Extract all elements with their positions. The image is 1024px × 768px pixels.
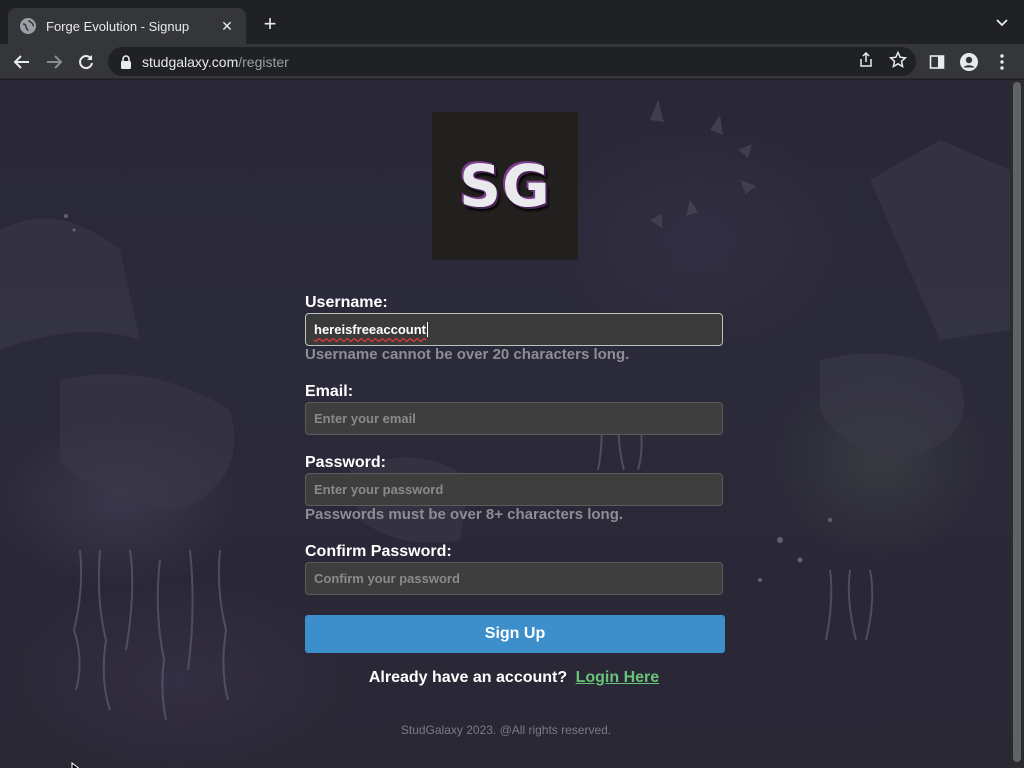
username-label: Username: (305, 294, 388, 311)
url-path: /register (238, 53, 289, 70)
password-placeholder: Enter your password (314, 482, 444, 497)
browser-toolbar: studgalaxy.com/register (0, 44, 1024, 79)
forward-button[interactable] (40, 48, 68, 76)
tab-strip: Forge Evolution - Signup ✕ + (0, 0, 1024, 44)
text-caret (427, 322, 428, 337)
url-host: studgalaxy.com (142, 53, 239, 70)
forward-arrow-icon (47, 55, 63, 69)
confirm-password-placeholder: Confirm your password (314, 571, 460, 586)
username-value: hereisfreeaccount (314, 322, 426, 337)
page-scrollbar[interactable] (1010, 80, 1024, 768)
mouse-cursor-icon (71, 762, 80, 768)
sign-up-button[interactable]: Sign Up (305, 615, 725, 653)
logo-text: SG (459, 152, 551, 220)
signup-page: SG Username: hereisfreeaccount Username … (0, 80, 1010, 768)
profile-avatar-icon[interactable] (958, 51, 980, 73)
new-tab-button[interactable]: + (258, 13, 282, 37)
email-placeholder: Enter your email (314, 411, 416, 426)
share-icon[interactable] (856, 50, 876, 70)
address-bar[interactable]: studgalaxy.com/register (108, 47, 916, 76)
bookmark-star-icon[interactable] (888, 50, 908, 70)
login-prompt: Already have an account? (368, 669, 568, 686)
tab-search-chevron-icon[interactable] (994, 14, 1010, 30)
password-label: Password: (305, 454, 386, 471)
scrollbar-thumb[interactable] (1013, 82, 1021, 762)
close-tab-icon[interactable]: ✕ (218, 17, 236, 35)
footer-copyright: StudGalaxy 2023. @All rights reserved. (400, 723, 612, 737)
lock-icon (121, 54, 131, 69)
email-label: Email: (305, 383, 354, 400)
globe-icon (20, 18, 36, 34)
username-input[interactable]: hereisfreeaccount (305, 313, 723, 346)
password-input[interactable]: Enter your password (305, 473, 723, 506)
username-hint: Username cannot be over 20 characters lo… (305, 346, 630, 363)
site-logo: SG (432, 112, 578, 260)
confirm-password-input[interactable]: Confirm your password (305, 562, 723, 595)
browser-tab[interactable]: Forge Evolution - Signup ✕ (8, 8, 246, 44)
password-hint: Passwords must be over 8+ characters lon… (305, 506, 624, 523)
login-prompt-line: Already have an account? Login Here (0, 669, 1010, 687)
confirm-password-label: Confirm Password: (305, 543, 452, 560)
reload-icon (79, 55, 93, 70)
back-button[interactable] (8, 48, 36, 76)
side-panel-icon[interactable] (926, 51, 948, 73)
back-arrow-icon (13, 55, 29, 69)
email-input[interactable]: Enter your email (305, 402, 723, 435)
reload-button[interactable] (72, 48, 100, 76)
login-link[interactable]: Login Here (576, 669, 660, 686)
kebab-menu-icon[interactable] (991, 51, 1013, 73)
tab-title: Forge Evolution - Signup (46, 18, 190, 34)
